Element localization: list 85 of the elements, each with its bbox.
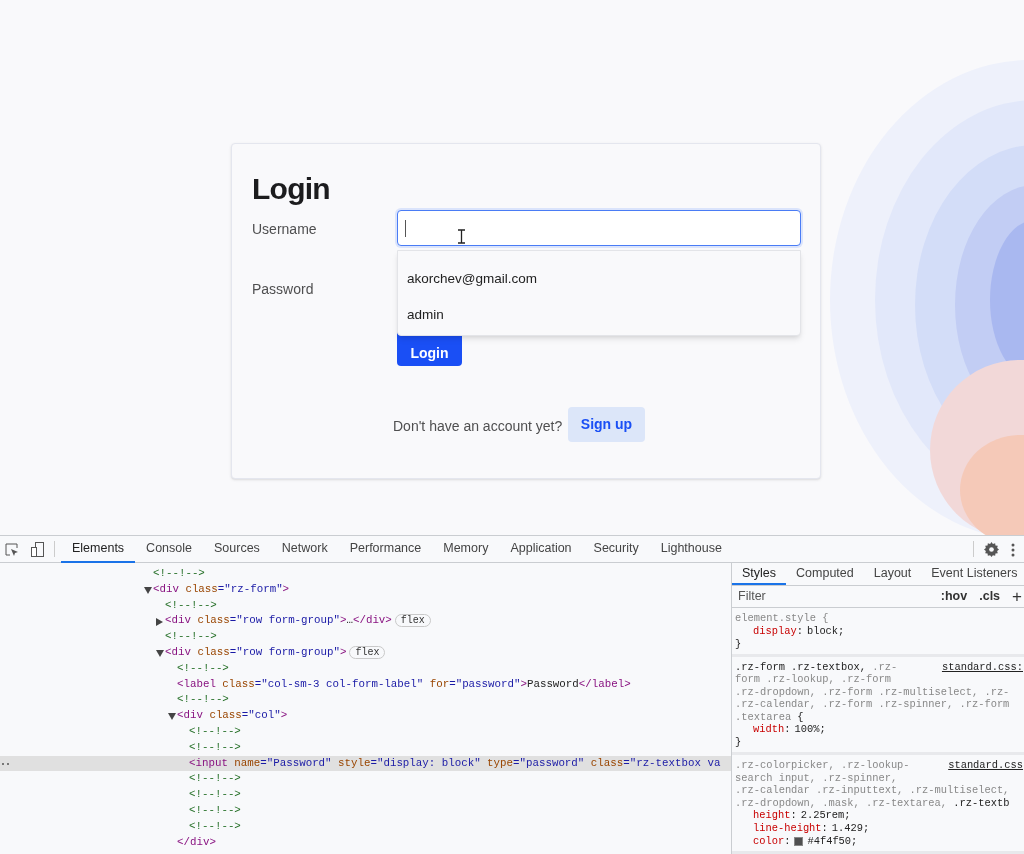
- autocomplete-option[interactable]: admin: [398, 297, 800, 333]
- expand-triangle-icon[interactable]: [156, 650, 164, 657]
- css-colon: :: [790, 809, 797, 822]
- css-property-name: line-height: [753, 822, 822, 835]
- dom-node-line[interactable]: <!--!-->: [189, 819, 241, 832]
- username-label: Username: [252, 220, 317, 239]
- flex-badge[interactable]: flex: [394, 614, 431, 628]
- color-swatch-icon[interactable]: [794, 837, 804, 846]
- dom-node-line[interactable]: <!--!-->: [189, 724, 241, 737]
- stylesheet-link[interactable]: standard.css:: [941, 660, 1023, 673]
- devtools-tab[interactable]: Memory: [432, 536, 500, 563]
- dom-node-line[interactable]: <!--!-->: [189, 788, 241, 801]
- css-rule-brace: }: [735, 736, 743, 749]
- hover-state-toggle[interactable]: :hov: [940, 587, 968, 606]
- css-property-name: height: [753, 809, 791, 822]
- selected-row-highlight[interactable]: <input name="Password" style="display: block" type="password" class="rz-textbox va: [0, 755, 731, 772]
- new-rule-button[interactable]: +: [1012, 587, 1022, 605]
- dom-node-line[interactable]: <!--!-->: [189, 772, 241, 785]
- dom-node-line[interactable]: <div class="row form-group">: [165, 646, 347, 658]
- dom-node-line[interactable]: <!--!-->: [165, 630, 217, 643]
- css-property-value: block;: [806, 624, 845, 638]
- devtools-tab[interactable]: Network: [270, 536, 339, 563]
- css-selector: form .rz-lookup, .rz-form: [735, 673, 891, 686]
- devtools-tab[interactable]: Sources: [203, 536, 271, 563]
- css-selector: .rz-dropdown, .rz-form .rz-multiselect, .rz-: [735, 685, 1010, 698]
- css-selector: .rz-form .rz-textbox, .rz-: [735, 660, 898, 673]
- devtools-tab[interactable]: Lighthouse: [649, 536, 733, 563]
- css-selector: .rz-colorpicker, .rz-lookup-: [735, 759, 910, 772]
- css-property-value: 2.25rem;: [800, 809, 851, 822]
- css-colon: :: [784, 723, 791, 736]
- sidebar-tab[interactable]: Layout: [863, 563, 922, 585]
- sidebar-tab[interactable]: Styles: [732, 563, 787, 585]
- css-property-name: display: [753, 624, 797, 638]
- inspect-icon[interactable]: [5, 543, 19, 557]
- login-heading: Login: [252, 171, 330, 207]
- css-property-value: #4f4f50;: [807, 835, 858, 848]
- css-colon: :: [796, 624, 803, 638]
- expand-triangle-icon[interactable]: [168, 713, 176, 721]
- css-property-value: 100%;: [794, 723, 826, 736]
- css-selector: .rz-calendar, .rz-form .rz-spinner, .rz-form: [735, 698, 1010, 711]
- signup-button[interactable]: Sign up: [568, 407, 645, 442]
- dom-node-line[interactable]: <label class="col-sm-3 col-form-label" for="password">Password</label>: [177, 677, 631, 690]
- expand-triangle-icon[interactable]: [156, 618, 163, 627]
- flex-badge[interactable]: flex: [349, 646, 386, 659]
- dom-node-line[interactable]: <!--!-->: [189, 803, 241, 816]
- css-property-value: 1.429;: [831, 822, 870, 835]
- expand-triangle-icon[interactable]: [144, 586, 152, 594]
- dom-node-line[interactable]: <div class="row form-group">…</div>: [165, 614, 392, 627]
- css-selector: .rz-calendar .rz-inputtext, .rz-multiselect,: [735, 784, 1010, 797]
- password-label: Password: [252, 280, 314, 299]
- dom-node-line[interactable]: <div class="col">: [177, 709, 288, 722]
- devtools-tab[interactable]: Security: [582, 536, 650, 563]
- css-selector: .rz-dropdown, .mask, .rz-textarea, .rz-textb: [735, 796, 1010, 809]
- class-toggle[interactable]: .cls: [979, 587, 1001, 606]
- css-property-name: color: [753, 835, 785, 848]
- filter-field[interactable]: Filter: [738, 587, 929, 606]
- device-icon[interactable]: [31, 542, 44, 557]
- css-colon: :: [821, 822, 828, 835]
- css-selector: search input, .rz-spinner,: [735, 771, 898, 784]
- css-selector: .textarea {: [735, 710, 804, 723]
- username-input[interactable]: [397, 210, 801, 246]
- devtools-tab[interactable]: Performance: [338, 536, 433, 563]
- dom-node-line[interactable]: <!--!-->: [177, 661, 229, 674]
- ellipsis-icon[interactable]: [2, 762, 9, 765]
- css-colon: :: [784, 835, 791, 848]
- more-icon[interactable]: [1011, 543, 1015, 557]
- dom-node-line[interactable]: <input name="Password" style="display: block" type="password" class="rz-textbox va: [189, 756, 721, 769]
- css-property-name: width: [753, 723, 785, 736]
- dom-node-line[interactable]: <!--!-->: [177, 693, 229, 706]
- sidebar-tab[interactable]: Computed: [786, 563, 864, 585]
- stylesheet-link[interactable]: standard.css: [948, 759, 1023, 772]
- dom-node-line[interactable]: <!--!-->: [153, 567, 205, 579]
- css-selector: element.style {: [735, 612, 829, 625]
- sidebar-tab[interactable]: Event Listeners: [921, 563, 1024, 585]
- signup-prompt: Don't have an account yet?: [393, 417, 563, 436]
- css-rule-brace: }: [735, 637, 743, 651]
- dom-node-line[interactable]: <!--!-->: [165, 598, 217, 611]
- dom-node-line[interactable]: <div class="rz-form">: [153, 582, 290, 595]
- dom-node-line[interactable]: </div>: [177, 835, 216, 848]
- devtools-tab[interactable]: Application: [499, 536, 583, 563]
- text-cursor-icon: [458, 229, 465, 244]
- dom-node-line[interactable]: <!--!-->: [189, 740, 241, 753]
- autocomplete-option[interactable]: akorchev@gmail.com: [398, 261, 800, 297]
- devtools-tab[interactable]: Console: [135, 536, 203, 563]
- settings-icon[interactable]: [984, 542, 999, 557]
